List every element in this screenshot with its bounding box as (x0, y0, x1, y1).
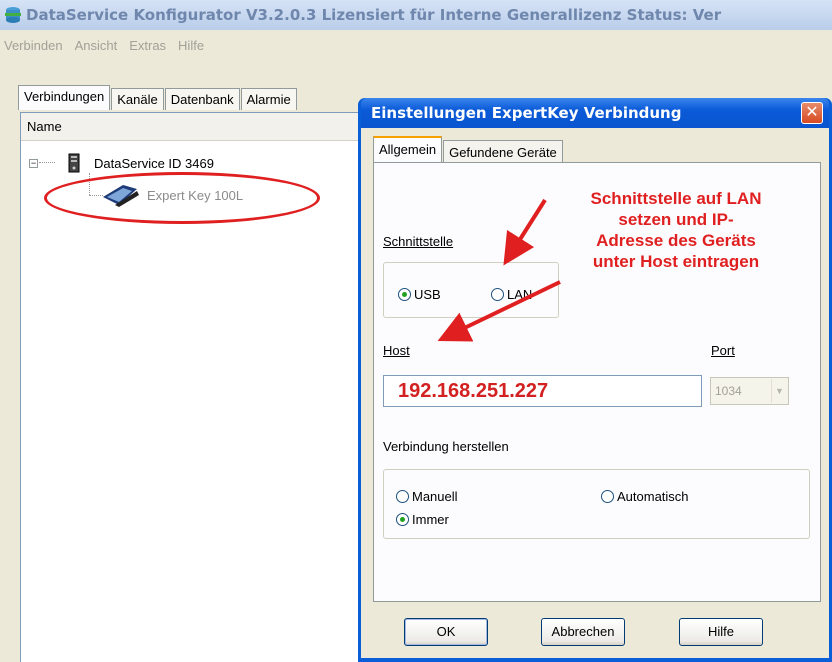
radio-label: Automatisch (617, 489, 689, 504)
main-title-bar: DataService Konfigurator V3.2.0.3 Lizens… (0, 0, 832, 30)
settings-dialog: Einstellungen ExpertKey Verbindung ✕ All… (358, 98, 832, 662)
tree-column-header[interactable]: Name (21, 113, 359, 141)
column-name-label: Name (27, 119, 62, 134)
main-tab-strip: Verbindungen Kanäle Datenbank Alarmie (18, 85, 298, 110)
dialog-title-bar[interactable]: Einstellungen ExpertKey Verbindung ✕ (361, 98, 829, 128)
radio-manuell[interactable]: Manuell (396, 489, 458, 504)
annotation-line: setzen und IP- (618, 210, 734, 229)
tree-item-dataservice[interactable]: − DataService ID 3469 (29, 153, 214, 173)
radio-usb[interactable]: USB (398, 287, 441, 302)
port-value: 1034 (715, 384, 742, 398)
radio-circle (396, 490, 409, 503)
host-label: Host (383, 343, 410, 358)
host-input[interactable]: 192.168.251.227 (383, 375, 702, 407)
radio-label: Manuell (412, 489, 458, 504)
tab-datenbank[interactable]: Datenbank (164, 88, 240, 110)
server-icon (68, 153, 80, 173)
dialog-tab-strip: Allgemein Gefundene Geräte (373, 136, 564, 162)
dialog-title: Einstellungen ExpertKey Verbindung (371, 104, 682, 122)
tab-label: Allgemein (379, 142, 437, 157)
tab-allgemein[interactable]: Allgemein (373, 136, 443, 162)
annotation-line: Schnittstelle auf LAN (590, 189, 762, 208)
collapse-icon[interactable]: − (29, 158, 38, 168)
radio-label: Immer (412, 512, 449, 527)
radio-circle (601, 490, 614, 503)
help-button[interactable]: Hilfe (679, 618, 763, 646)
radio-automatisch[interactable]: Automatisch (601, 489, 689, 504)
menu-hilfe[interactable]: Hilfe (176, 38, 206, 53)
tab-alarmierung[interactable]: Alarmie (240, 88, 297, 110)
tab-verbindungen[interactable]: Verbindungen (18, 85, 111, 110)
tab-label: Datenbank (170, 92, 234, 107)
annotation-line: unter Host eintragen (592, 252, 760, 271)
radio-circle (398, 288, 411, 301)
tab-label: Alarmie (246, 92, 291, 107)
annotation-text: Schnittstelle auf LAN setzen und IP- Adr… (566, 188, 786, 272)
annotation-line: Adresse des Geräts (596, 231, 756, 250)
radio-label: LAN (507, 287, 533, 302)
database-icon (5, 7, 21, 23)
port-label: Port (711, 343, 735, 358)
tree-item-label: DataService ID 3469 (94, 155, 214, 171)
radio-lan[interactable]: LAN (491, 287, 532, 302)
radio-label: USB (414, 287, 441, 302)
verbindung-group (383, 469, 810, 539)
tab-label: Verbindungen (24, 89, 105, 104)
radio-circle (396, 513, 409, 526)
window-title: DataService Konfigurator V3.2.0.3 Lizens… (26, 6, 722, 24)
ok-button[interactable]: OK (404, 618, 488, 646)
chevron-down-icon[interactable]: ▼ (771, 379, 787, 403)
menu-ansicht[interactable]: Ansicht (73, 38, 120, 53)
port-select[interactable]: 1034 ▼ (710, 377, 789, 405)
cancel-button[interactable]: Abbrechen (541, 618, 625, 646)
menu-verbinden[interactable]: Verbinden (2, 38, 65, 53)
tab-kanaele[interactable]: Kanäle (111, 88, 164, 110)
verbindung-label: Verbindung herstellen (383, 439, 509, 454)
tab-label: Gefundene Geräte (449, 145, 557, 160)
radio-circle (491, 288, 504, 301)
close-icon[interactable]: ✕ (801, 102, 823, 124)
radio-immer[interactable]: Immer (396, 512, 449, 527)
tab-label: Kanäle (117, 92, 158, 107)
menu-extras[interactable]: Extras (127, 38, 168, 53)
menu-bar: Verbinden Ansicht Extras Hilfe (0, 30, 832, 60)
tab-gefundene-geraete[interactable]: Gefundene Geräte (443, 140, 563, 162)
highlight-ellipse (44, 172, 320, 224)
schnittstelle-label: Schnittstelle (383, 234, 454, 249)
